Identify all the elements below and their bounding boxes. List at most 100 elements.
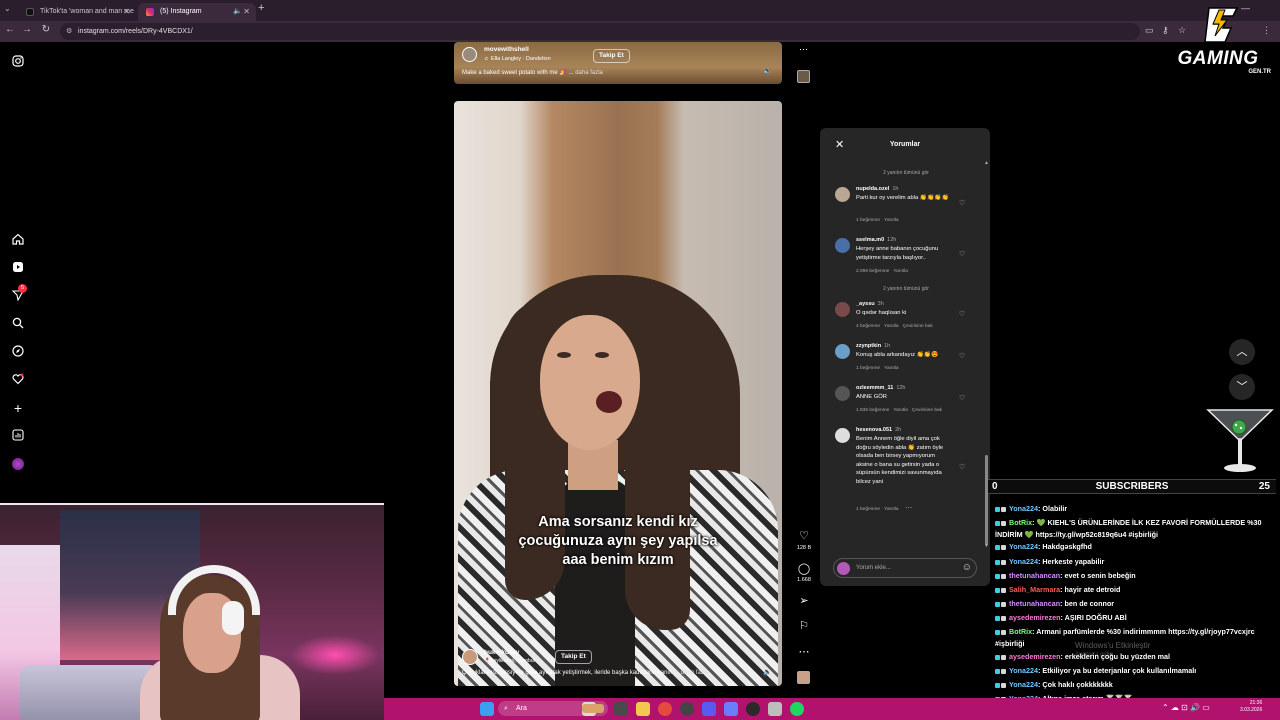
reel-author-name[interactable]: movewithshell xyxy=(484,46,529,53)
file-explorer-icon[interactable] xyxy=(636,702,650,716)
comment-username[interactable]: zzynptkin xyxy=(856,343,881,349)
comment-username[interactable]: sselma.m0 xyxy=(856,237,884,243)
comment-username[interactable]: ozleemmm_11 xyxy=(856,385,893,391)
commenter-avatar[interactable] xyxy=(835,344,850,359)
site-info-icon[interactable]: ⚙ xyxy=(66,23,72,40)
profile-avatar[interactable] xyxy=(11,457,25,471)
emoji-icon[interactable]: ☺ xyxy=(962,562,972,573)
comment-header[interactable]: zzynptkin 1h xyxy=(856,343,890,349)
reel-author-avatar[interactable] xyxy=(462,649,478,665)
reply-link[interactable]: Yanıtla xyxy=(884,366,899,371)
comment-like-icon[interactable]: ♡ xyxy=(959,352,965,360)
discord-icon[interactable] xyxy=(724,702,738,716)
comment-header[interactable]: _ayssu 3h xyxy=(856,301,884,307)
comment-likes[interactable]: 1 beğenme xyxy=(856,218,880,223)
reel-audio[interactable]: ♬ Ella Langley · Dandelion xyxy=(484,56,551,62)
obs-icon[interactable] xyxy=(746,702,760,716)
share-icon[interactable]: ➢ xyxy=(796,594,812,607)
notifications-heart-icon[interactable] xyxy=(11,373,25,387)
volume-icon[interactable]: 🔈 xyxy=(763,668,772,676)
tab-tiktok[interactable]: TikTok'ta 'woman and man me ✕ xyxy=(18,3,136,21)
tab-instagram[interactable]: (5) Instagram 🔈 ✕ xyxy=(138,3,256,21)
messages-icon[interactable]: 5 xyxy=(11,284,27,303)
reply-link[interactable]: Yanıtla xyxy=(884,324,899,329)
comment-like-icon[interactable]: ♡ xyxy=(959,199,965,207)
like-heart-icon[interactable]: ♡ xyxy=(796,529,812,542)
settings-icon[interactable] xyxy=(768,702,782,716)
mute-tab-icon[interactable]: 🔈 xyxy=(233,3,242,21)
steam-icon[interactable] xyxy=(680,702,694,716)
comment-like-icon[interactable]: ♡ xyxy=(959,463,965,471)
comment-username[interactable]: hesenova.051 xyxy=(856,427,892,433)
back-icon[interactable]: ← xyxy=(3,24,17,35)
more-options-icon[interactable]: ⋯ xyxy=(796,645,812,658)
comment-likes[interactable]: 1 beğenme xyxy=(856,507,880,512)
widgets-icon[interactable] xyxy=(614,702,628,716)
reels-icon[interactable] xyxy=(11,261,25,275)
see-all-replies[interactable]: 2 yanıtın tümünü gör xyxy=(836,170,976,176)
reply-link[interactable]: Yanıtla xyxy=(884,218,899,223)
commenter-avatar[interactable] xyxy=(835,238,850,253)
comments-scrollbar[interactable] xyxy=(985,455,988,545)
comment-more-icon[interactable]: ⋯ xyxy=(905,505,912,512)
taskbar-clock[interactable]: 21:36 3.03.2026 xyxy=(1240,700,1262,714)
previous-reel-button[interactable]: ︿ xyxy=(1229,339,1255,365)
comment-header[interactable]: nupelda.ozel 1h xyxy=(856,186,898,192)
address-bar[interactable]: ⚙ instagram.com/reels/DRy-4VBCDX1/ xyxy=(60,23,1140,40)
reel-author-avatar[interactable] xyxy=(462,47,477,62)
comment-header[interactable]: ozleemmm_11 12h xyxy=(856,385,906,391)
cast-icon[interactable]: ▭ xyxy=(1145,25,1154,36)
see-more-link[interactable]: daha fazla xyxy=(681,670,709,676)
comment-header[interactable]: sselma.m0 12h xyxy=(856,237,896,243)
reel-location[interactable]: 📍Beylikdüzü, İstanbul xyxy=(484,658,535,664)
translate-link[interactable]: Çevirisine bak xyxy=(903,324,933,329)
comment-username[interactable]: nupelda.ozel xyxy=(856,186,889,192)
start-menu-icon[interactable] xyxy=(480,702,494,716)
instagram-logo-icon[interactable] xyxy=(11,55,25,69)
see-more-link[interactable]: daha fazla xyxy=(575,70,603,76)
forward-icon[interactable]: → xyxy=(20,24,34,35)
save-bookmark-icon[interactable]: ⚐ xyxy=(796,619,812,632)
home-icon[interactable] xyxy=(11,233,25,247)
reply-link[interactable]: Yanıtla xyxy=(893,269,908,274)
comment-likes[interactable]: 1.936 beğenme xyxy=(856,408,889,413)
chrome-icon[interactable] xyxy=(658,702,672,716)
audio-thumbnail[interactable] xyxy=(797,671,810,684)
comment-icon[interactable]: ◯ xyxy=(796,562,812,575)
reel-author-name[interactable]: buketkuzay xyxy=(484,649,519,656)
volume-icon[interactable]: 🔈 xyxy=(763,67,772,75)
comment-likes[interactable]: 1 beğenme xyxy=(856,366,880,371)
comment-like-icon[interactable]: ♡ xyxy=(959,394,965,402)
comment-like-icon[interactable]: ♡ xyxy=(959,310,965,318)
audio-thumbnail[interactable] xyxy=(797,70,810,83)
close-tab-icon[interactable]: ✕ xyxy=(243,3,250,21)
taskbar-search[interactable]: ⌕ Ara xyxy=(498,701,608,716)
reply-link[interactable]: Yanıtla xyxy=(893,408,908,413)
more-options-icon[interactable]: ⋯ xyxy=(799,44,808,55)
comment-likes[interactable]: 2.096 beğenme xyxy=(856,269,889,274)
comment-username[interactable]: _ayssu xyxy=(856,301,875,307)
search-icon[interactable] xyxy=(11,317,25,331)
commenter-avatar[interactable] xyxy=(835,428,850,443)
spotify-icon[interactable] xyxy=(790,702,804,716)
create-plus-icon[interactable]: + xyxy=(11,401,25,415)
comment-header[interactable]: hesenova.051 2h xyxy=(856,427,901,433)
system-tray-icons[interactable]: ⌃ ☁ ⊡ 🔊 ▭ xyxy=(1162,703,1210,712)
close-tab-icon[interactable]: ✕ xyxy=(123,3,130,21)
translate-link[interactable]: Çevirisine bak xyxy=(912,408,942,413)
follow-button[interactable]: Takip Et xyxy=(555,650,592,664)
follow-button-top[interactable]: Takip Et xyxy=(593,49,630,63)
tab-menu-icon[interactable]: ⌄ xyxy=(4,4,11,13)
comment-input[interactable]: Yorum ekle... ☺ xyxy=(833,558,977,578)
commenter-avatar[interactable] xyxy=(835,302,850,317)
scroll-up-icon[interactable]: ▲ xyxy=(984,160,989,166)
comment-likes[interactable]: 4 beğenme xyxy=(856,324,880,329)
see-all-replies[interactable]: 2 yanıtın tümünü gör xyxy=(836,286,976,292)
app-icon[interactable] xyxy=(702,702,716,716)
explore-icon[interactable] xyxy=(11,345,25,359)
reply-link[interactable]: Yanıtla xyxy=(884,507,899,512)
new-tab-button[interactable]: + xyxy=(258,2,264,14)
dashboard-icon[interactable] xyxy=(11,429,25,443)
commenter-avatar[interactable] xyxy=(835,187,850,202)
reload-icon[interactable]: ↻ xyxy=(39,24,53,35)
